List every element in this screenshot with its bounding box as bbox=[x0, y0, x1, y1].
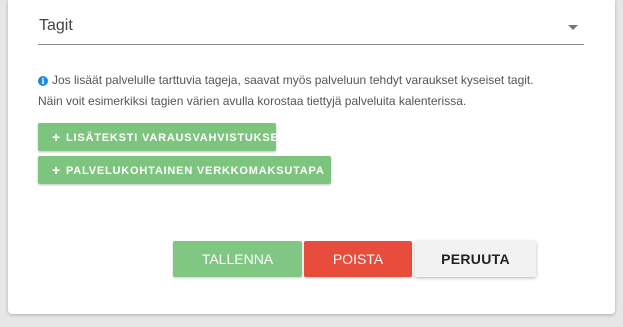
tags-select[interactable]: Tagit bbox=[38, 8, 584, 45]
info-icon: i bbox=[38, 76, 48, 86]
plus-icon: + bbox=[52, 162, 61, 178]
tags-info-text: i Jos lisäät palvelulle tarttuvia tageja,… bbox=[38, 70, 598, 112]
service-settings-card: Tagit i Jos lisäät palvelulle tarttuvia t… bbox=[8, 0, 615, 314]
info-line-1-text: Jos lisäät palvelulle tarttuvia tageja, … bbox=[52, 73, 534, 87]
add-confirmation-text-label: LISÄTEKSTI VARAUSVAHVISTUKSEEN bbox=[65, 132, 296, 144]
delete-button[interactable]: POISTA bbox=[304, 241, 412, 277]
info-line-2: Näin voit esimerkiksi tagien värien avul… bbox=[38, 94, 467, 108]
plus-icon: + bbox=[52, 129, 61, 145]
save-button[interactable]: TALLENNA bbox=[173, 241, 302, 277]
service-payment-method-button[interactable]: + PALVELUKOHTAINEN VERKKOMAKSUTAPA bbox=[38, 156, 331, 184]
tags-select-label: Tagit bbox=[39, 17, 73, 34]
add-confirmation-text-button[interactable]: + LISÄTEKSTI VARAUSVAHVISTUKSEEN bbox=[38, 123, 295, 151]
service-payment-method-label: PALVELUKOHTAINEN VERKKOMAKSUTAPA bbox=[65, 165, 325, 177]
dropdown-arrow-icon[interactable] bbox=[568, 25, 578, 30]
cancel-button[interactable]: PERUUTA bbox=[415, 241, 536, 277]
info-line-1: i Jos lisäät palvelulle tarttuvia tageja,… bbox=[38, 70, 598, 91]
